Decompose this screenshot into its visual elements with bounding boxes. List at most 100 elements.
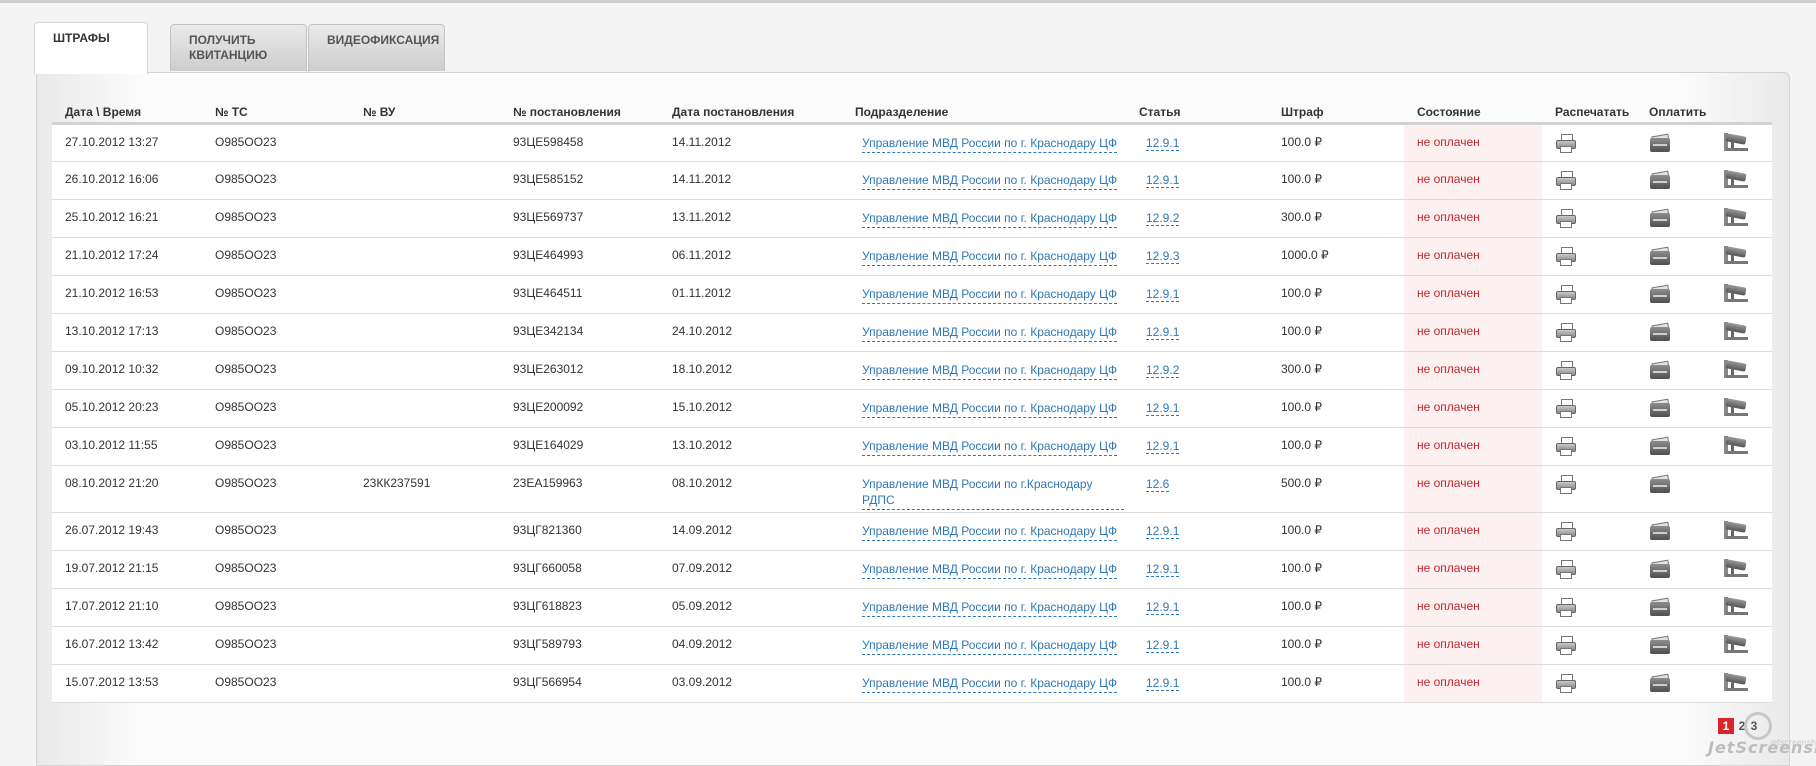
dept-link[interactable]: Управление МВД России по г. Краснодару Ц… xyxy=(862,210,1118,228)
cell-ts: О985ОО23 xyxy=(202,588,350,627)
article-link[interactable]: 12.9.1 xyxy=(1146,523,1180,539)
printer-icon[interactable] xyxy=(1555,559,1577,580)
cell-decree-date: 06.11.2012 xyxy=(659,237,842,276)
col-decree[interactable]: № постановления xyxy=(500,101,659,125)
dept-link[interactable]: Управление МВД России по г. Краснодару Ц… xyxy=(862,523,1118,541)
camera-icon[interactable] xyxy=(1724,435,1750,455)
cell-ts: О985ОО23 xyxy=(202,161,350,200)
status-badge: не оплачен xyxy=(1404,512,1542,551)
printer-icon[interactable] xyxy=(1555,208,1577,229)
wallet-icon[interactable] xyxy=(1649,360,1671,380)
wallet-icon[interactable] xyxy=(1649,635,1671,655)
wallet-icon[interactable] xyxy=(1649,521,1671,541)
camera-icon[interactable] xyxy=(1724,207,1750,227)
camera-icon[interactable] xyxy=(1724,397,1750,417)
page-1[interactable]: 1 xyxy=(1718,718,1734,734)
article-link[interactable]: 12.9.2 xyxy=(1146,362,1180,378)
printer-icon[interactable] xyxy=(1555,635,1577,656)
printer-icon[interactable] xyxy=(1555,284,1577,305)
camera-icon[interactable] xyxy=(1724,672,1750,692)
camera-icon[interactable] xyxy=(1724,558,1750,578)
wallet-icon[interactable] xyxy=(1649,597,1671,617)
dept-link[interactable]: Управление МВД России по г. Краснодару Ц… xyxy=(862,400,1118,418)
printer-icon[interactable] xyxy=(1555,597,1577,618)
printer-icon[interactable] xyxy=(1555,322,1577,343)
col-fine[interactable]: Штраф xyxy=(1268,101,1404,125)
camera-icon[interactable] xyxy=(1724,359,1750,379)
wallet-icon[interactable] xyxy=(1649,246,1671,266)
printer-icon[interactable] xyxy=(1555,521,1577,542)
dept-link[interactable]: Управление МВД России по г. Краснодару Ц… xyxy=(862,286,1118,304)
printer-icon[interactable] xyxy=(1555,360,1577,381)
wallet-icon[interactable] xyxy=(1649,208,1671,228)
article-link[interactable]: 12.9.1 xyxy=(1146,438,1180,454)
tab-video-recording[interactable]: ВИДЕОФИКСАЦИЯ xyxy=(308,24,445,71)
col-datetime[interactable]: Дата \ Время xyxy=(52,101,202,125)
printer-icon[interactable] xyxy=(1555,246,1577,267)
wallet-icon[interactable] xyxy=(1649,398,1671,418)
dept-link[interactable]: Управление МВД России по г. Краснодару Ц… xyxy=(862,362,1118,380)
col-article[interactable]: Статья xyxy=(1126,101,1268,125)
wallet-icon[interactable] xyxy=(1649,322,1671,342)
col-decree-date[interactable]: Дата постановления xyxy=(659,101,842,125)
camera-icon[interactable] xyxy=(1724,321,1750,341)
wallet-icon[interactable] xyxy=(1649,133,1671,153)
wallet-icon[interactable] xyxy=(1649,284,1671,304)
article-link[interactable]: 12.9.1 xyxy=(1146,599,1180,615)
article-link[interactable]: 12.9.1 xyxy=(1146,135,1180,151)
table-row: 17.07.2012 21:10 О985ОО23 93ЦГ618823 05.09.… xyxy=(52,588,1772,627)
dept-link[interactable]: Управление МВД России по г. Краснодару Ц… xyxy=(862,135,1118,153)
printer-icon[interactable] xyxy=(1555,673,1577,694)
wallet-icon[interactable] xyxy=(1649,436,1671,456)
wallet-icon[interactable] xyxy=(1649,170,1671,190)
printer-icon[interactable] xyxy=(1555,170,1577,191)
article-link[interactable]: 12.6 xyxy=(1146,476,1170,492)
article-link[interactable]: 12.9.1 xyxy=(1146,324,1180,340)
article-link[interactable]: 12.9.1 xyxy=(1146,675,1180,691)
dept-link[interactable]: Управление МВД России по г. Краснодару Ц… xyxy=(862,599,1118,617)
article-link[interactable]: 12.9.1 xyxy=(1146,172,1180,188)
wallet-icon[interactable] xyxy=(1649,673,1671,693)
camera-icon[interactable] xyxy=(1724,634,1750,654)
dept-link[interactable]: Управление МВД России по г. Краснодару Ц… xyxy=(862,637,1118,655)
tab-get-receipt[interactable]: ПОЛУЧИТЬ КВИТАНЦИЮ xyxy=(170,24,307,71)
dept-link[interactable]: Управление МВД России по г. Краснодару Ц… xyxy=(862,561,1118,579)
col-state[interactable]: Состояние xyxy=(1404,101,1542,125)
article-link[interactable]: 12.9.3 xyxy=(1146,248,1180,264)
printer-icon[interactable] xyxy=(1555,398,1577,419)
article-link[interactable]: 12.9.1 xyxy=(1146,637,1180,653)
cell-vu xyxy=(350,161,500,200)
dept-link[interactable]: Управление МВД России по г. Краснодару Ц… xyxy=(862,248,1118,266)
camera-icon[interactable] xyxy=(1724,132,1750,152)
dept-link[interactable]: Управление МВД России по г. Краснодару Ц… xyxy=(862,438,1118,456)
article-link[interactable]: 12.9.1 xyxy=(1146,400,1180,416)
dept-link[interactable]: Управление МВД России по г.Краснодару РД… xyxy=(862,476,1124,510)
article-link[interactable]: 12.9.2 xyxy=(1146,210,1180,226)
cell-decree: 93ЦЕ569737 xyxy=(500,199,659,238)
camera-icon[interactable] xyxy=(1724,283,1750,303)
printer-icon[interactable] xyxy=(1555,133,1577,154)
status-badge: не оплачен xyxy=(1404,626,1542,665)
printer-icon[interactable] xyxy=(1555,436,1577,457)
wallet-icon[interactable] xyxy=(1649,474,1671,494)
cell-dept: Управление МВД России по г.Краснодару РД… xyxy=(842,465,1126,513)
col-dept[interactable]: Подразделение xyxy=(842,101,1126,125)
status-badge: не оплачен xyxy=(1404,275,1542,314)
tab-fines[interactable]: ШТРАФЫ xyxy=(34,22,148,74)
dept-link[interactable]: Управление МВД России по г. Краснодару Ц… xyxy=(862,172,1118,190)
cell-datetime: 09.10.2012 10:32 xyxy=(52,351,202,390)
status-badge: не оплачен xyxy=(1404,199,1542,238)
dept-link[interactable]: Управление МВД России по г. Краснодару Ц… xyxy=(862,324,1118,342)
camera-icon[interactable] xyxy=(1724,520,1750,540)
col-ts[interactable]: № ТС xyxy=(202,101,350,125)
camera-icon[interactable] xyxy=(1724,169,1750,189)
col-vu[interactable]: № ВУ xyxy=(350,101,500,125)
camera-icon[interactable] xyxy=(1724,596,1750,616)
article-link[interactable]: 12.9.1 xyxy=(1146,561,1180,577)
wallet-icon[interactable] xyxy=(1649,559,1671,579)
dept-link[interactable]: Управление МВД России по г. Краснодару Ц… xyxy=(862,675,1118,693)
article-link[interactable]: 12.9.1 xyxy=(1146,286,1180,302)
printer-icon[interactable] xyxy=(1555,474,1577,495)
cell-decree: 93ЦЕ598458 xyxy=(500,123,659,162)
camera-icon[interactable] xyxy=(1724,245,1750,265)
